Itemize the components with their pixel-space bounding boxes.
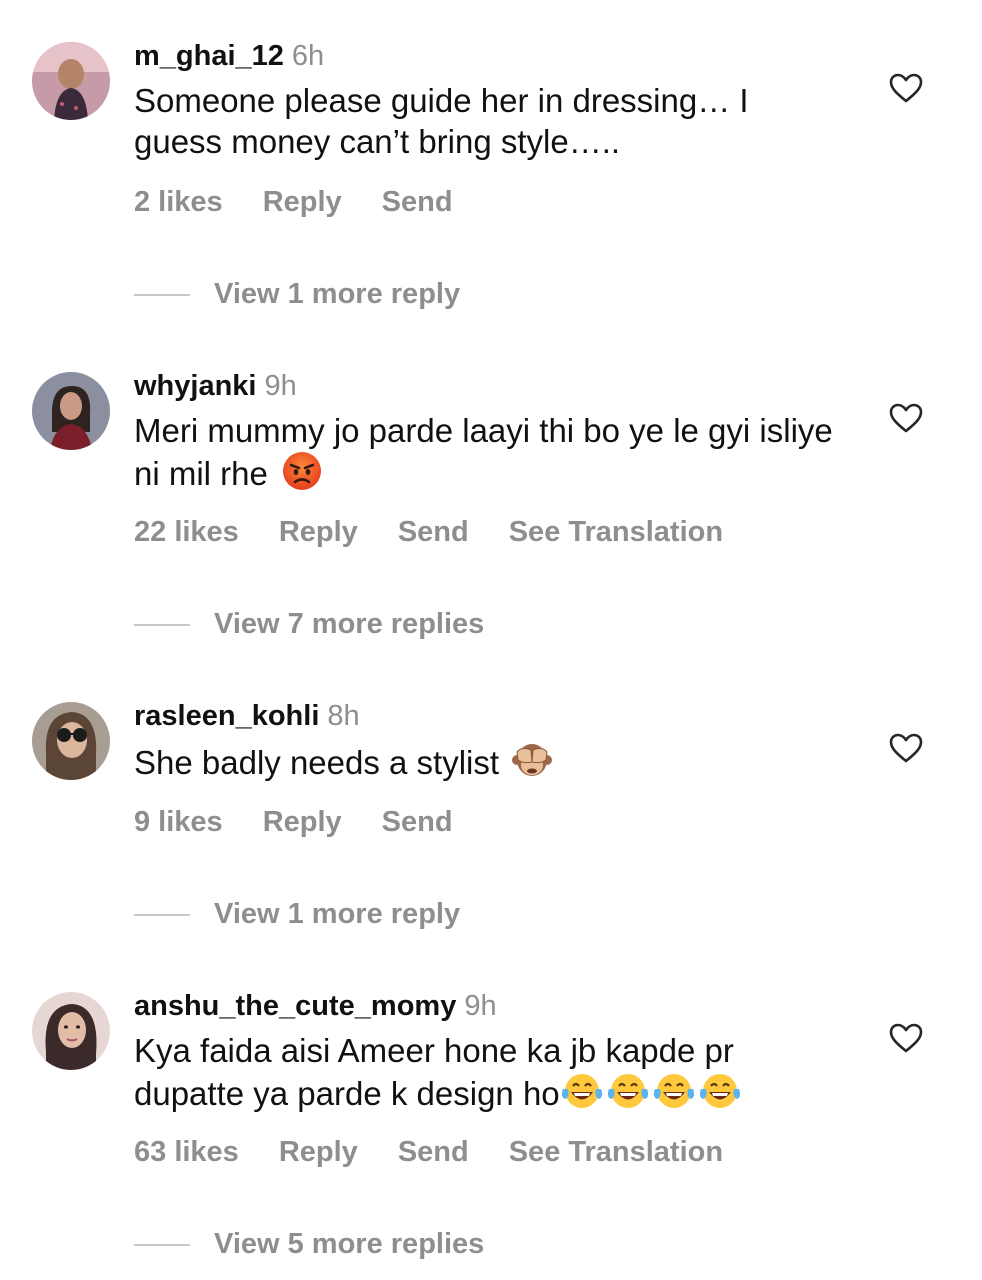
divider-line [134, 624, 190, 627]
tears-of-joy-emoji [653, 1074, 694, 1108]
send-button[interactable]: Send [398, 516, 469, 548]
view-replies-label: View 1 more reply [214, 898, 461, 930]
view-replies-label: View 1 more reply [214, 278, 461, 310]
reply-button[interactable]: Reply [263, 186, 342, 218]
comment-text: Someone please guide her in dressing… I … [134, 82, 749, 160]
likes-count[interactable]: 2 likes [134, 186, 223, 218]
likes-count[interactable]: 63 likes [134, 1136, 239, 1168]
timestamp: 9h [264, 370, 297, 402]
comment-text: She badly needs a stylist [134, 740, 834, 783]
comment-text-body: She badly needs a stylist [134, 744, 500, 781]
avatar[interactable] [32, 702, 110, 780]
heart-outline-icon[interactable] [888, 732, 924, 764]
see-no-evil-monkey-emoji [512, 744, 553, 776]
comment-actions: 63 likes Reply Send See Translation [134, 1134, 763, 1170]
send-button[interactable]: Send [382, 186, 453, 218]
avatar[interactable] [32, 992, 110, 1070]
divider-line [134, 294, 190, 297]
username[interactable]: anshu_the_cute_momy [134, 990, 456, 1022]
view-replies-button[interactable]: View 5 more replies [134, 1226, 484, 1262]
divider-line [134, 1244, 190, 1247]
comment-text: Meri mummy jo parde laayi thi bo ye le g… [134, 410, 834, 494]
username[interactable]: rasleen_kohli [134, 700, 319, 732]
view-replies-label: View 5 more replies [214, 1228, 485, 1260]
timestamp: 6h [291, 40, 325, 72]
heart-outline-icon[interactable] [888, 72, 924, 104]
see-translation-button[interactable]: See Translation [509, 1136, 723, 1168]
angry-face-emoji [282, 452, 321, 490]
reply-button[interactable]: Reply [263, 806, 342, 838]
divider-line [134, 914, 190, 917]
tears-of-joy-emoji [699, 1074, 740, 1108]
comment-actions: 22 likes Reply Send See Translation [134, 514, 763, 550]
view-replies-button[interactable]: View 1 more reply [134, 896, 460, 932]
view-replies-button[interactable]: View 7 more replies [134, 606, 484, 642]
tears-of-joy-emoji [561, 1074, 602, 1108]
comment-actions: 2 likes Reply Send [134, 184, 493, 220]
timestamp: 8h [327, 700, 360, 732]
avatar[interactable] [32, 372, 110, 450]
heart-outline-icon[interactable] [888, 1022, 924, 1054]
reply-button[interactable]: Reply [279, 516, 358, 548]
timestamp: 9h [464, 990, 497, 1022]
likes-count[interactable]: 9 likes [134, 806, 223, 838]
avatar[interactable] [32, 42, 110, 120]
comment-text: Kya faida aisi Ameer hone ka jb kapde pr… [134, 1030, 834, 1114]
comment-header: whyjanki 9h [134, 368, 297, 404]
heart-outline-icon[interactable] [888, 402, 924, 434]
comment-header: rasleen_kohli 8h [134, 698, 360, 734]
comment-header: m_ghai_12 6h [134, 38, 324, 74]
likes-count[interactable]: 22 likes [134, 516, 239, 548]
send-button[interactable]: Send [382, 806, 453, 838]
see-translation-button[interactable]: See Translation [509, 516, 723, 548]
username[interactable]: m_ghai_12 [134, 40, 284, 72]
reply-button[interactable]: Reply [279, 1136, 358, 1168]
send-button[interactable]: Send [398, 1136, 469, 1168]
view-replies-label: View 7 more replies [214, 608, 485, 640]
username[interactable]: whyjanki [134, 370, 257, 402]
tears-of-joy-emoji [607, 1074, 648, 1108]
comment-actions: 9 likes Reply Send [134, 804, 493, 840]
comment-text-body: Meri mummy jo parde laayi thi bo ye le g… [134, 412, 833, 492]
view-replies-button[interactable]: View 1 more reply [134, 276, 460, 312]
comment-header: anshu_the_cute_momy 9h [134, 988, 497, 1024]
